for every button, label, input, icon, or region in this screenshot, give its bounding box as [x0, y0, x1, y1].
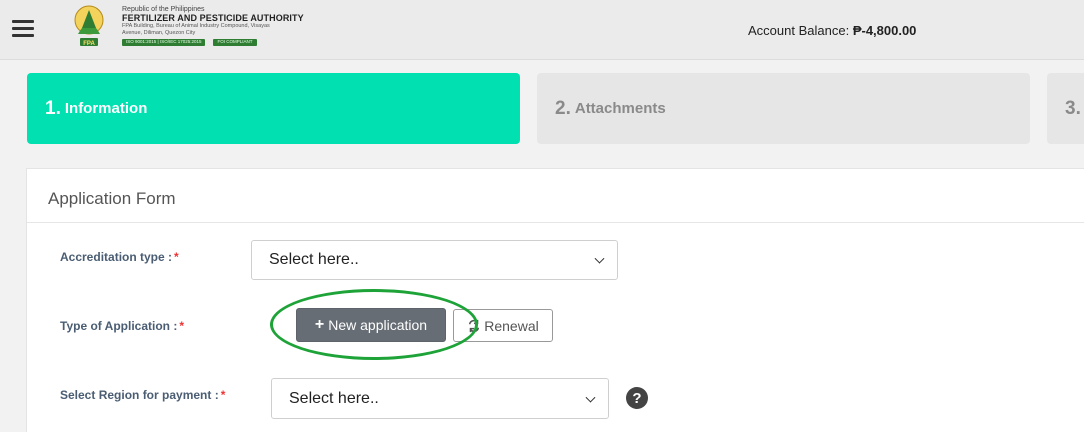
chevron-down-icon [585, 392, 596, 403]
divider [27, 222, 1084, 223]
required-mark: * [220, 388, 226, 402]
renewal-label: Renewal [484, 317, 539, 334]
form-title: Application Form [48, 189, 176, 208]
renew-icon [469, 319, 480, 332]
step-number: 1. [45, 97, 61, 119]
plus-icon: + [314, 316, 325, 333]
application-type-text: Type of Application : [60, 319, 178, 333]
top-header: FPA Republic of the Philippines FERTILIZ… [0, 0, 1084, 60]
accreditation-type-value: Select here.. [269, 251, 359, 268]
org-country: Republic of the Philippines [122, 6, 205, 13]
org-address-2: Avenue, Diliman, Quezon City [122, 29, 196, 36]
required-mark: * [179, 319, 184, 333]
region-payment-text: Select Region for payment : [60, 388, 219, 402]
step-attachments[interactable]: 2. Attachments [537, 73, 1030, 144]
renewal-button[interactable]: Renewal [453, 309, 553, 342]
new-application-button[interactable]: + New application [296, 308, 446, 342]
help-icon[interactable]: ? [626, 387, 648, 409]
step-label: Information [64, 100, 148, 117]
step-3[interactable]: 3. [1047, 73, 1084, 144]
required-mark: * [174, 250, 179, 264]
menu-icon[interactable] [12, 20, 34, 38]
balance-value: ₱-4,800.00 [852, 23, 917, 38]
accreditation-type-label: Accreditation type : * [60, 250, 179, 264]
fpa-logo: FPA [72, 4, 106, 54]
iso-badge: ISO 9001:2015 | ISO/IEC 17025:2015 [122, 39, 206, 46]
org-address-1: FPA Building, Bureau of Animal Industry … [122, 23, 270, 29]
new-application-label: New application [328, 317, 428, 333]
foi-badge: FOI COMPLIANT [213, 39, 257, 46]
svg-text:FPA: FPA [83, 41, 95, 47]
region-payment-select[interactable]: Select here.. [271, 378, 609, 419]
step-number: 3. [1065, 97, 1081, 119]
org-name: FERTILIZER AND PESTICIDE AUTHORITY [122, 13, 304, 23]
region-payment-label: Select Region for payment : * [60, 388, 225, 402]
account-balance: Account Balance: ₱-4,800.00 [748, 23, 916, 38]
step-number: 2. [555, 97, 571, 119]
application-type-label: Type of Application : * [60, 319, 184, 333]
region-payment-value: Select here.. [289, 389, 379, 407]
accreditation-type-select[interactable]: Select here.. [251, 240, 618, 280]
step-label: Attachments [574, 100, 666, 117]
accreditation-type-text: Accreditation type : [60, 250, 173, 264]
balance-label: Account Balance: [748, 23, 850, 38]
step-information[interactable]: 1. Information [27, 73, 520, 144]
chevron-down-icon [594, 253, 605, 264]
